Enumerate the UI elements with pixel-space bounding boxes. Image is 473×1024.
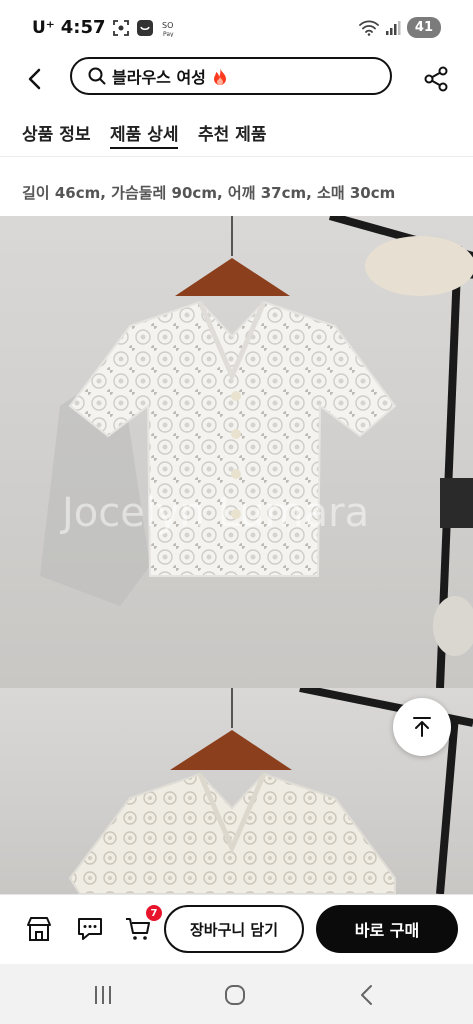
recent-apps-icon[interactable] bbox=[90, 982, 116, 1008]
blouse-photo-illustration: Jocelyn Lumara bbox=[40, 216, 473, 688]
watermark: Jocelyn Lumara bbox=[59, 490, 369, 536]
add-to-cart-button[interactable]: 장바구니 담기 bbox=[164, 905, 304, 953]
tab-product-info[interactable]: 상품 정보 bbox=[22, 120, 90, 145]
size-info: 길이 46cm, 가슴둘레 90cm, 어깨 37cm, 소매 30cm bbox=[22, 184, 396, 202]
buy-now-button[interactable]: 바로 구매 bbox=[316, 905, 458, 953]
status-right: 41 bbox=[359, 17, 441, 38]
clock: 4:57 bbox=[60, 17, 106, 38]
detail-tabs: 상품 정보 제품 상세 추천 제품 bbox=[0, 112, 473, 157]
svg-text:Pay: Pay bbox=[163, 31, 174, 37]
cart-count-badge: 7 bbox=[146, 905, 162, 921]
arrow-up-to-top-icon bbox=[413, 717, 431, 737]
status-bar: U⁺ 4:57 SO Pay 41 bbox=[0, 0, 473, 56]
back-arrow-icon[interactable] bbox=[22, 66, 48, 92]
search-icon bbox=[88, 67, 106, 85]
wifi-icon bbox=[359, 20, 379, 36]
signal-icon bbox=[385, 20, 401, 35]
tab-product-detail[interactable]: 제품 상세 bbox=[110, 120, 179, 149]
bottom-action-bar: 7 장바구니 담기 바로 구매 bbox=[0, 894, 473, 965]
smile-app-icon bbox=[136, 19, 153, 36]
carrier-label: U⁺ bbox=[32, 17, 55, 38]
search-query: 블라우스 여성 bbox=[112, 68, 206, 87]
cart-icon[interactable] bbox=[124, 915, 152, 943]
search-input[interactable]: 블라우스 여성 bbox=[70, 57, 392, 95]
chat-icon[interactable] bbox=[76, 915, 104, 943]
home-icon[interactable] bbox=[222, 982, 248, 1008]
product-photo: Jocelyn Lumara bbox=[0, 216, 473, 688]
battery-indicator: 41 bbox=[406, 17, 441, 38]
tab-recommended[interactable]: 추천 제품 bbox=[198, 120, 266, 145]
svg-text:SO: SO bbox=[162, 21, 173, 30]
pay-icon: SO Pay bbox=[162, 21, 174, 37]
scroll-to-top-button[interactable] bbox=[393, 698, 451, 756]
top-bar: 블라우스 여성 bbox=[0, 56, 473, 102]
system-back-icon[interactable] bbox=[354, 982, 380, 1008]
store-icon[interactable] bbox=[25, 915, 53, 943]
status-left: U⁺ 4:57 SO Pay bbox=[32, 17, 180, 38]
share-icon[interactable] bbox=[422, 65, 450, 93]
fire-icon bbox=[213, 68, 226, 85]
system-nav-bar bbox=[0, 964, 473, 1024]
screenshot-icon bbox=[112, 19, 129, 36]
